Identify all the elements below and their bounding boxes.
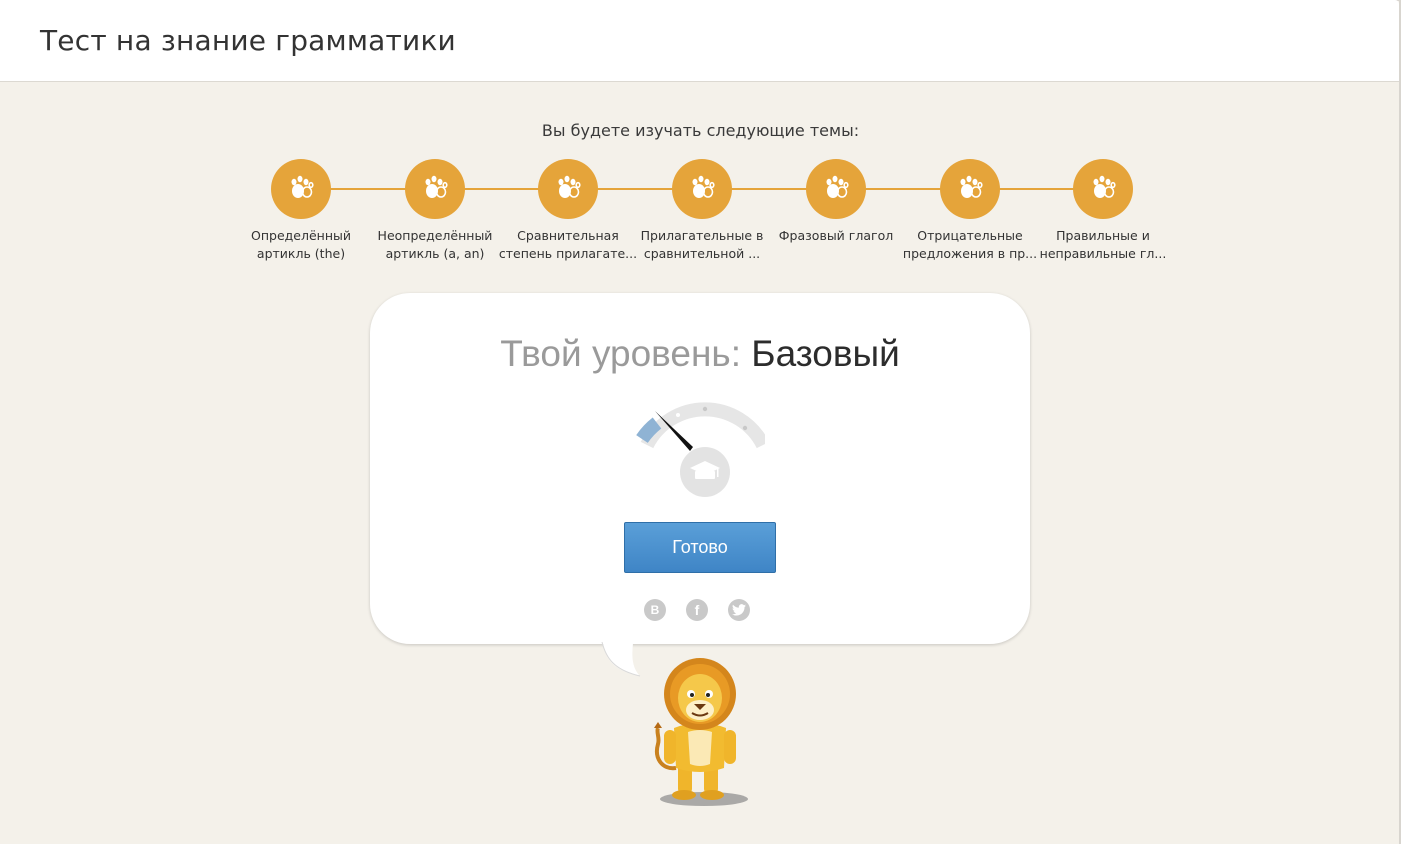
gauge-tick (676, 413, 680, 417)
topic-label: Правильные и неправильные гл... (1039, 228, 1167, 261)
facebook-icon[interactable]: f (686, 599, 708, 621)
bubble-tail (601, 636, 641, 677)
topics-caption: Вы будете изучать следующие темы: (541, 121, 860, 140)
topic-item: Сравнительная степень прилагате... (498, 159, 638, 263)
topic-circle (538, 159, 598, 219)
paw-icon (688, 173, 716, 205)
lion-mascot (654, 658, 748, 806)
topic-item: Неопределённый артикль (a, an) (365, 159, 505, 263)
result-bubble: Твой уровень: Базовый Готово B f (370, 293, 1030, 644)
page-title: Тест на знание грамматики (40, 24, 456, 57)
paw-icon (554, 173, 582, 205)
topic-circle (806, 159, 866, 219)
topic-label: Определённый артикль (the) (251, 228, 351, 261)
topic-circle (271, 159, 331, 219)
topic-circle (1073, 159, 1133, 219)
level-title: Твой уровень: Базовый (370, 333, 1030, 375)
vk-glyph: B (650, 603, 660, 617)
level-value: Базовый (751, 333, 900, 374)
topic-circle (940, 159, 1000, 219)
topic-item: Прилагательные в сравнительной ... (632, 159, 772, 263)
gauge-tick (702, 406, 708, 412)
topic-label: Отрицательные предложения в пр... (902, 228, 1038, 261)
topic-item: Отрицательные предложения в пр... (900, 159, 1040, 263)
paw-icon (822, 173, 850, 205)
paw-icon (421, 173, 449, 205)
twitter-icon[interactable] (728, 599, 750, 621)
topic-label: Фразовый глагол (778, 228, 894, 243)
paw-icon (287, 173, 315, 205)
gauge-tick (742, 425, 748, 431)
topic-circle (405, 159, 465, 219)
topic-label: Прилагательные в сравнительной ... (640, 228, 764, 261)
header: Тест на знание грамматики (0, 0, 1399, 82)
level-gauge (636, 402, 765, 497)
facebook-glyph: f (694, 602, 700, 618)
topic-label: Сравнительная степень прилагате... (498, 228, 638, 261)
topic-label: Неопределённый артикль (a, an) (377, 228, 493, 261)
topic-circle (672, 159, 732, 219)
ready-button[interactable]: Готово (624, 522, 776, 573)
topic-item: Определённый артикль (the) (231, 159, 371, 263)
twitter-bird (732, 604, 746, 616)
topic-item: Правильные и неправильные гл... (1033, 159, 1173, 263)
vk-icon[interactable]: B (644, 599, 666, 621)
topic-item: Фразовый глагол (766, 159, 906, 263)
paw-icon (956, 173, 984, 205)
paw-icon (1089, 173, 1117, 205)
level-prefix: Твой уровень: (500, 333, 741, 374)
